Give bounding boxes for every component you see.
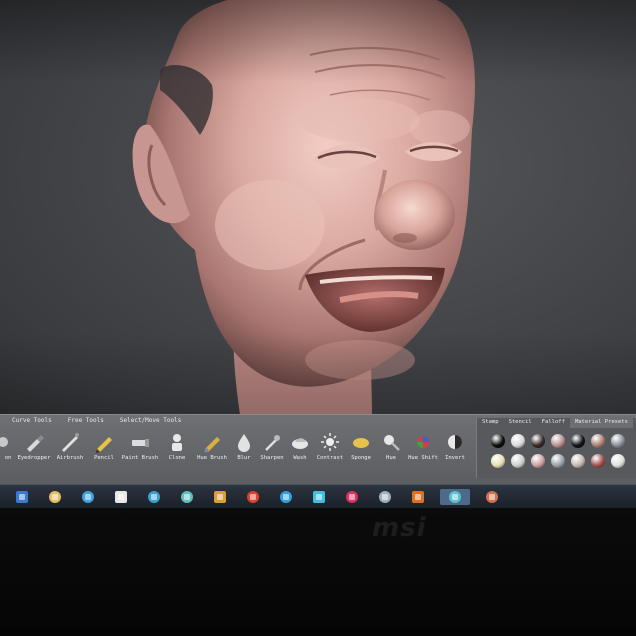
- material-swatch[interactable]: [571, 434, 585, 448]
- sculpt-viewport[interactable]: [0, 0, 636, 414]
- tab-falloff[interactable]: Falloff: [537, 418, 570, 428]
- tab-curve-tools[interactable]: Curve Tools: [4, 415, 60, 428]
- tool-partial[interactable]: on: [0, 429, 16, 473]
- hue-shift-icon: [417, 436, 429, 448]
- tab-select-move-tools[interactable]: Select/Move Tools: [112, 415, 189, 428]
- material-swatch[interactable]: [551, 434, 565, 448]
- document-icon[interactable]: [374, 489, 396, 505]
- material-swatch[interactable]: [591, 454, 605, 468]
- material-swatch[interactable]: [511, 434, 525, 448]
- tool-paint-brush[interactable]: Paint Brush: [120, 429, 160, 473]
- clone-icon: [172, 434, 182, 451]
- photo-app-icon[interactable]: [481, 489, 503, 505]
- material-presets-panel: Stamp Stencil Falloff Material Presets: [476, 418, 636, 478]
- wash-icon: [292, 438, 308, 449]
- tool-sharpen[interactable]: Sharpen: [258, 429, 286, 473]
- monitor-brand-logo: msi: [372, 513, 427, 543]
- material-swatch[interactable]: [491, 454, 505, 468]
- sculpted-head-model[interactable]: [0, 0, 636, 414]
- file-explorer-icon[interactable]: [44, 489, 66, 505]
- material-swatch[interactable]: [531, 454, 545, 468]
- start-button[interactable]: [11, 489, 33, 505]
- material-swatch[interactable]: [491, 434, 505, 448]
- chrome-icon[interactable]: [242, 489, 264, 505]
- material-tabs: Stamp Stencil Falloff Material Presets: [477, 418, 636, 428]
- material-swatch[interactable]: [611, 434, 625, 448]
- paint-icon[interactable]: [77, 489, 99, 505]
- taskbar: [0, 484, 636, 509]
- tool-blur[interactable]: Blur: [230, 429, 258, 473]
- tool-hue-brush[interactable]: Hue Brush: [194, 429, 230, 473]
- firefox-icon[interactable]: [407, 489, 429, 505]
- tab-free-tools[interactable]: Free Tools: [60, 415, 112, 428]
- invert-icon: [448, 435, 462, 449]
- network-icon[interactable]: [308, 489, 330, 505]
- airbrush-icon: [62, 433, 79, 452]
- material-swatch-grid: [491, 434, 631, 468]
- archive-icon[interactable]: [209, 489, 231, 505]
- tool-sponge[interactable]: Sponge: [346, 429, 376, 473]
- tool-airbrush[interactable]: Airbrush: [52, 429, 88, 473]
- material-swatch[interactable]: [531, 434, 545, 448]
- monitor-bezel: [0, 508, 636, 636]
- tool-hue-shift[interactable]: Hue Shift: [406, 429, 440, 473]
- sharpen-icon: [265, 435, 280, 451]
- material-swatch[interactable]: [511, 454, 525, 468]
- tool-wash[interactable]: Wash: [286, 429, 314, 473]
- tool-row: on Eyedropper Airbrush Pencil Paint Brus…: [0, 429, 470, 473]
- paint-brush-icon: [132, 439, 149, 447]
- shelf-tabs: Curve Tools Free Tools Select/Move Tools: [0, 415, 189, 428]
- blur-icon: [238, 434, 250, 452]
- sponge-icon: [353, 438, 369, 448]
- material-swatch[interactable]: [611, 454, 625, 468]
- hue-brush-icon: [204, 437, 220, 453]
- hue-icon: [384, 435, 400, 451]
- eyedropper-icon: [27, 435, 44, 452]
- pencil-icon: [96, 437, 112, 453]
- material-swatch[interactable]: [591, 434, 605, 448]
- sculpt-app-icon[interactable]: [440, 489, 470, 505]
- tab-stencil[interactable]: Stencil: [504, 418, 537, 428]
- tab-stamp[interactable]: Stamp: [477, 418, 504, 428]
- email-icon[interactable]: [143, 489, 165, 505]
- contrast-icon: [321, 433, 339, 451]
- tab-material-presets[interactable]: Material Presets: [569, 418, 633, 428]
- settings-icon[interactable]: [275, 489, 297, 505]
- media-icon[interactable]: [341, 489, 363, 505]
- tool-hue[interactable]: Hue: [376, 429, 406, 473]
- tool-contrast[interactable]: Contrast: [314, 429, 346, 473]
- material-swatch[interactable]: [551, 454, 565, 468]
- image-viewer-icon[interactable]: [176, 489, 198, 505]
- tool-invert[interactable]: Invert: [440, 429, 470, 473]
- material-swatch[interactable]: [571, 454, 585, 468]
- tool-pencil[interactable]: Pencil: [88, 429, 120, 473]
- tool-clone[interactable]: Clone: [160, 429, 194, 473]
- tool-eyedropper[interactable]: Eyedropper: [16, 429, 52, 473]
- browser-icon[interactable]: [110, 489, 132, 505]
